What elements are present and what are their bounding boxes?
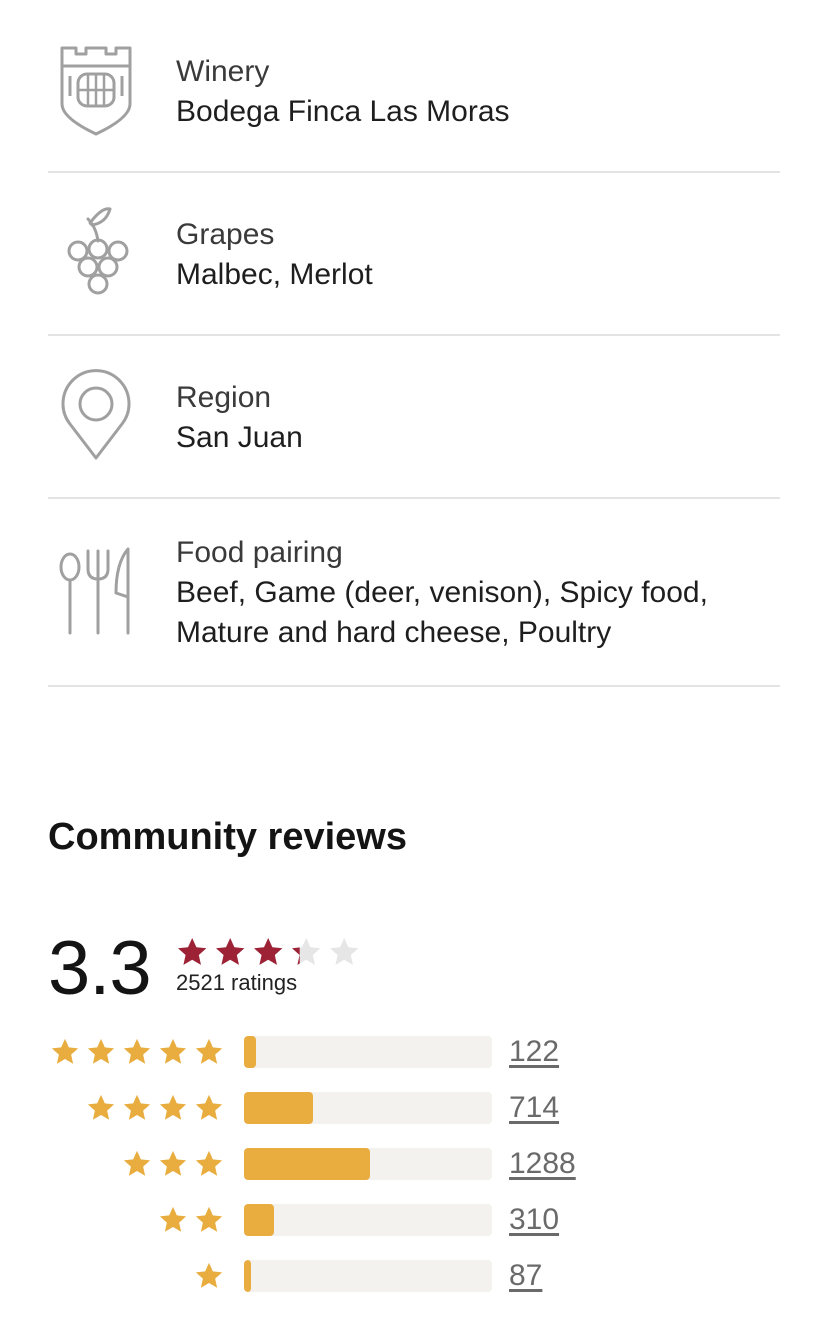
cutlery-icon (56, 543, 136, 639)
rating-star-icon (330, 938, 359, 965)
star-icon (159, 1150, 187, 1176)
average-rating: 3.3 (48, 926, 152, 1011)
star-icon (159, 1094, 187, 1120)
distribution-row-3-star[interactable]: 1288 (48, 1146, 608, 1182)
star-icon (195, 1038, 223, 1064)
wine-facts: Winery Bodega Finca Las Moras Grapes Mal… (48, 0, 780, 687)
average-rating-stars (178, 938, 359, 965)
fact-label: Food pairing (176, 536, 343, 569)
fact-value: Malbec, Merlot (176, 258, 373, 291)
distribution-stars (158, 1205, 224, 1235)
star-icon (159, 1206, 187, 1232)
star-icon (195, 1262, 223, 1288)
star-icon (123, 1094, 151, 1120)
distribution-row-2-star[interactable]: 310 (48, 1202, 608, 1238)
star-icon (87, 1094, 115, 1120)
distribution-stars (122, 1149, 224, 1179)
fact-row-food-pairing: Food pairing Beef, Game (deer, venison),… (48, 499, 780, 687)
fact-label: Region (176, 381, 272, 414)
distribution-bar-fill (244, 1260, 252, 1292)
distribution-count-link[interactable]: 87 (509, 1256, 542, 1296)
grapes-icon (56, 205, 136, 301)
distribution-bar-fill (244, 1204, 274, 1236)
distribution-bar-track (244, 1148, 492, 1180)
distribution-bar-fill (244, 1036, 257, 1068)
fact-value: Bodega Finca Las Moras (176, 95, 510, 128)
distribution-bar-track (244, 1036, 492, 1068)
location-pin-icon (56, 368, 136, 464)
star-icon (123, 1038, 151, 1064)
star-icon (195, 1150, 223, 1176)
distribution-bar-fill (244, 1092, 314, 1124)
star-icon (87, 1038, 115, 1064)
star-icon (123, 1150, 151, 1176)
distribution-bar-track (244, 1092, 492, 1124)
fact-value: San Juan (176, 421, 303, 454)
fact-row-winery: Winery Bodega Finca Las Moras (48, 0, 780, 173)
ratings-count: 2521 ratings (176, 970, 298, 995)
distribution-stars (86, 1093, 224, 1123)
fact-label: Grapes (176, 218, 275, 251)
rating-star-icon (216, 938, 245, 965)
distribution-count-link[interactable]: 714 (509, 1088, 559, 1128)
distribution-count-link[interactable]: 310 (509, 1200, 559, 1240)
distribution-row-4-star[interactable]: 714 (48, 1090, 608, 1126)
fact-row-region: Region San Juan (48, 336, 780, 499)
distribution-row-1-star[interactable]: 87 (48, 1258, 608, 1294)
community-reviews-title: Community reviews (48, 816, 407, 858)
distribution-bar-fill (244, 1148, 371, 1180)
rating-star-icon (178, 938, 207, 965)
distribution-stars (50, 1037, 224, 1067)
star-icon (51, 1038, 79, 1064)
rating-star-icon (254, 938, 283, 965)
fact-label: Winery (176, 55, 270, 88)
distribution-count-link[interactable]: 1288 (509, 1144, 576, 1184)
fact-value: Beef, Game (deer, venison), Spicy food, … (176, 576, 708, 649)
distribution-row-5-star[interactable]: 122 (48, 1034, 608, 1070)
star-icon (195, 1206, 223, 1232)
rating-star-icon (292, 938, 321, 965)
star-icon (195, 1094, 223, 1120)
winery-castle-icon (56, 44, 136, 140)
star-icon (159, 1038, 187, 1064)
fact-row-grapes: Grapes Malbec, Merlot (48, 173, 780, 336)
distribution-count-link[interactable]: 122 (509, 1032, 559, 1072)
distribution-bar-track (244, 1260, 492, 1292)
distribution-stars (194, 1261, 224, 1291)
distribution-bar-track (244, 1204, 492, 1236)
